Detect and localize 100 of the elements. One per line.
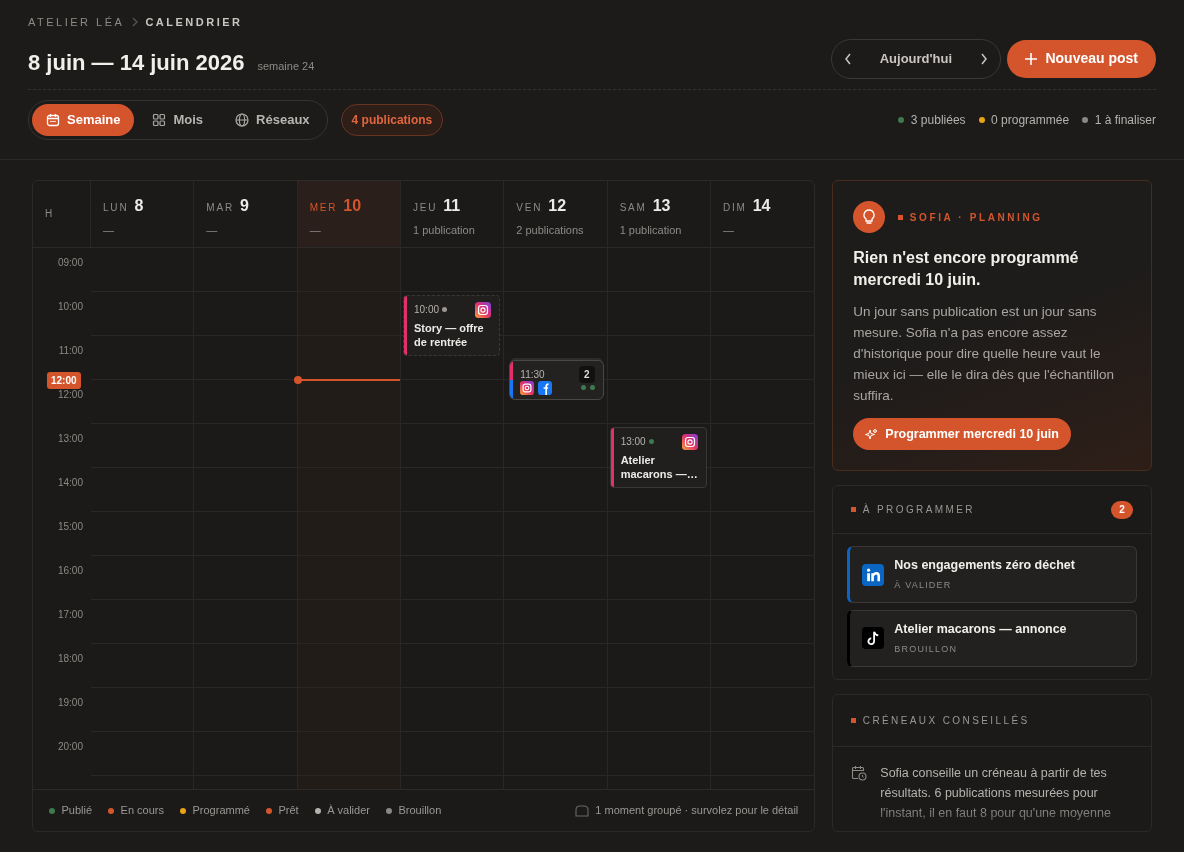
day-number: 14 (752, 196, 771, 216)
new-post-button[interactable]: Nouveau post (1007, 39, 1156, 78)
stat-label: 1 à finaliser (1094, 111, 1156, 129)
network-logo-icon (537, 380, 552, 395)
day-header[interactable]: MER 10 — (297, 181, 401, 247)
hour-label: 20:00 (57, 740, 83, 752)
day-header[interactable]: JEU 11 1 publication (401, 181, 505, 247)
post-title: Nos engagements zéro déchet (894, 557, 1075, 575)
stack-icon (574, 804, 589, 817)
square-marker (851, 717, 857, 723)
day-header[interactable]: DIM 14 — (710, 181, 815, 247)
day-summary: 1 publication (619, 223, 683, 238)
hour-label: 12:00 (57, 388, 83, 400)
camera-icon (681, 433, 698, 450)
grid-icon (152, 112, 167, 127)
square-marker (851, 507, 857, 512)
legend-label: En cours (120, 803, 164, 819)
post-status: BROUILLON (894, 642, 959, 656)
page-title: 8 juin — 14 juin 2026 (28, 50, 245, 77)
sparkle-icon (865, 427, 879, 441)
group-count: 2 (579, 365, 595, 383)
current-time-badge: 12:00 (47, 371, 81, 389)
day-number: 10 (343, 196, 362, 216)
today-button[interactable]: Aujourd'hui (879, 48, 953, 69)
count-badge: 2 (1111, 500, 1133, 519)
hour-label: 10:00 (57, 300, 83, 312)
music-note-icon (862, 627, 885, 649)
legend-label: Programmé (192, 803, 250, 819)
camera-icon (475, 301, 492, 318)
day-summary: — (103, 223, 115, 238)
post-title: Atelier macarons — annonce (894, 620, 1067, 638)
camera-icon (520, 380, 535, 395)
legend-label: Prêt (278, 803, 299, 819)
day-number: 13 (652, 196, 671, 216)
grouped-post-card[interactable]: 11:30 2 (509, 359, 604, 400)
plus-icon (1025, 52, 1038, 65)
view-tab[interactable]: Réseaux (221, 103, 324, 136)
day-header[interactable]: MAR 9 — (194, 181, 298, 247)
calendar-clock-icon (851, 764, 868, 781)
hour-label: 17:00 (57, 608, 83, 620)
chevron-right-icon (979, 52, 988, 65)
previous-button[interactable] (843, 52, 852, 65)
schedule-button[interactable]: Programmer mercredi 10 juin (853, 418, 1071, 450)
globe-icon (235, 112, 250, 127)
hour-label: 18:00 (57, 652, 83, 664)
day-summary: — (206, 223, 219, 238)
chevron-right-icon (130, 17, 139, 28)
day-number: 12 (548, 196, 567, 216)
post-status: À VALIDER (894, 579, 953, 593)
assistant-heading: Rien n'est encore programmé mercredi 10 juin. (853, 248, 1080, 290)
group-note: 1 moment groupé · survolez pour le détail (595, 803, 799, 819)
post-card[interactable]: 13:00 Atelier macarons —… (609, 426, 707, 488)
day-header[interactable]: SAM 13 1 publication (607, 181, 711, 247)
stat-label: 3 publiées (910, 111, 966, 129)
day-number: 8 (134, 196, 144, 216)
hour-label: 15:00 (57, 520, 83, 532)
post-time: 10:00 (414, 303, 439, 318)
hour-label: 16:00 (57, 564, 83, 576)
post-time: 13:00 (620, 435, 646, 450)
post-title: Atelier macarons —… (620, 452, 698, 481)
view-tab[interactable]: Mois (138, 103, 218, 136)
day-summary: — (309, 223, 322, 238)
day-name: LUN (103, 201, 129, 215)
hour-label: 13:00 (57, 432, 83, 444)
week-label: semaine 24 (257, 59, 315, 75)
legend-label: À valider (327, 803, 370, 819)
day-summary: — (722, 223, 735, 238)
post-time: 11:30 (520, 367, 545, 382)
next-button[interactable] (979, 52, 988, 65)
day-name: MAR (206, 201, 234, 215)
square-marker (898, 214, 904, 220)
chevron-left-icon (843, 52, 852, 65)
day-name: SAM (619, 201, 647, 215)
hour-label: 14:00 (57, 476, 83, 488)
day-header[interactable]: LUN 8 — (91, 181, 195, 247)
legend-label: Publié (61, 803, 93, 819)
column-header: H (45, 208, 55, 219)
card-title: CRÉNEAUX CONSEILLÉS (862, 713, 1030, 728)
queued-post-item[interactable]: Atelier macarons — annonce BROUILLON (847, 609, 1137, 667)
breadcrumb-link[interactable]: CALENDRIER (145, 14, 243, 31)
day-name: MER (309, 201, 338, 215)
network-logo-icon (862, 563, 885, 586)
slots-message: Sofia conseille un créneau à partir de tes résultats. 6 publications mesurées pour l'instant, il en faut 8 pour qu'une moyenne (880, 764, 1112, 822)
stat-label: 0 programmée (991, 111, 1070, 129)
legend-label: Brouillon (398, 803, 442, 819)
day-name: VEN (516, 201, 543, 215)
post-card[interactable]: 10:00 Story — offre de rentrée (403, 294, 501, 356)
breadcrumb-link[interactable]: ATELIER LÉA (28, 14, 125, 31)
view-tab[interactable]: Semaine (32, 103, 135, 136)
hour-label: 19:00 (57, 696, 83, 708)
day-summary: 1 publication (413, 223, 476, 238)
day-number: 11 (443, 196, 461, 216)
day-header[interactable]: VEN 12 2 publications (504, 181, 608, 247)
calendar-icon (46, 112, 60, 127)
queued-post-item[interactable]: Nos engagements zéro déchet À VALIDER (847, 546, 1137, 603)
count-badge: 4 publications (340, 103, 444, 136)
assistant-label: SOFIA · PLANNING (909, 210, 1043, 225)
day-name: JEU (413, 201, 438, 215)
hour-label: 11:00 (58, 344, 83, 356)
hour-label: 09:00 (57, 256, 83, 268)
